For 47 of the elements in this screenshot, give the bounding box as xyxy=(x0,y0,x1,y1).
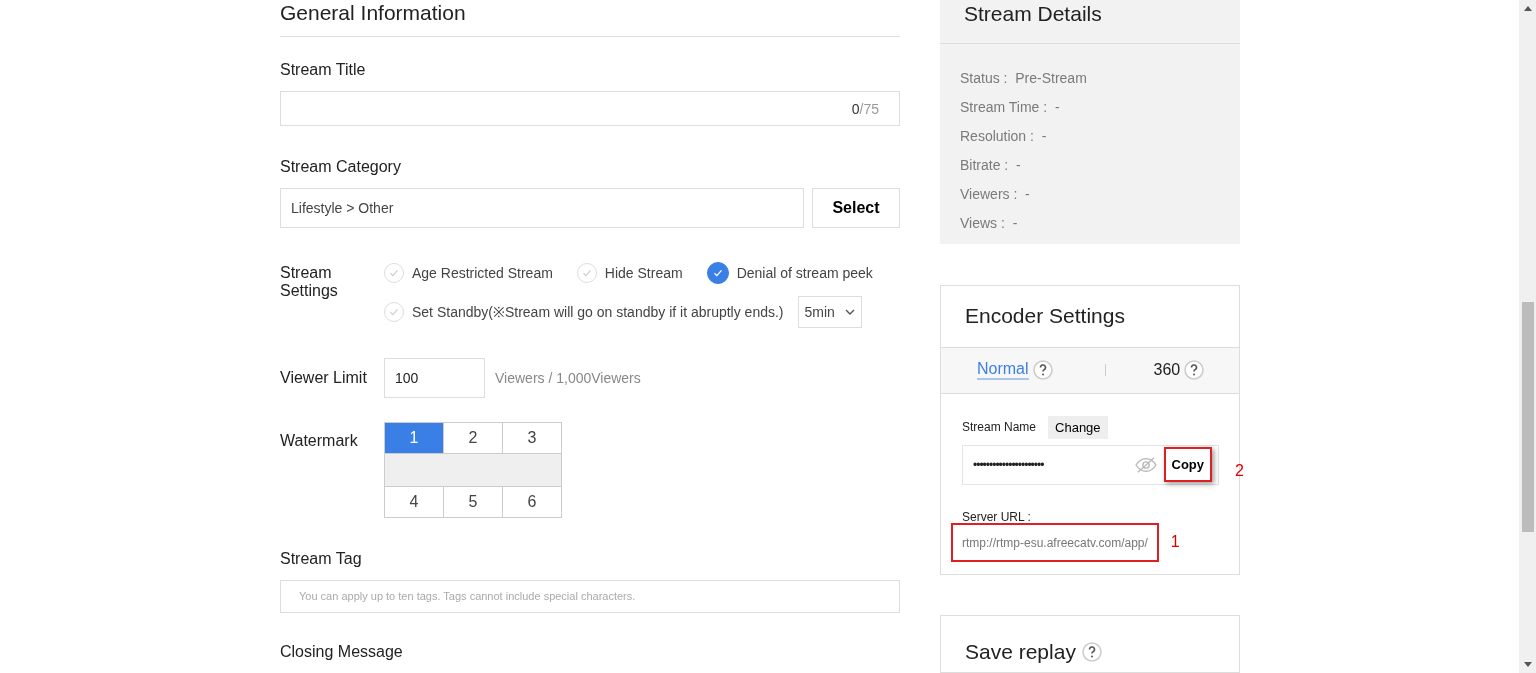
scrollbar-thumb[interactable] xyxy=(1521,301,1534,532)
detail-text: Bitrate : - xyxy=(960,157,1021,174)
checkbox-option[interactable]: Age Restricted Stream xyxy=(384,262,553,283)
field-label: Closing Message xyxy=(280,643,404,661)
field-label: Server URL : xyxy=(962,510,1032,523)
card-title: Save replay xyxy=(965,639,1076,664)
field-label: Stream Settings xyxy=(280,263,339,301)
title-input-field[interactable]: 0/75 xyxy=(280,91,900,126)
annotation-number: 1 xyxy=(1170,533,1180,552)
tag-input-field[interactable]: You can apply up to ten tags. Tags cannot include special characters. xyxy=(280,579,900,613)
server-url-text: rtmp://rtmp-esu.afreecatv.com/app/ xyxy=(951,522,1159,562)
mode-tab[interactable]: 360 xyxy=(1153,361,1181,380)
help-icon[interactable] xyxy=(1032,360,1053,381)
section-heading: General Information xyxy=(280,0,900,38)
select-button[interactable]: Select xyxy=(812,187,900,228)
help-icon[interactable] xyxy=(1184,360,1205,381)
down-arrow-icon[interactable] xyxy=(1523,662,1532,667)
watermark-position[interactable]: 1 xyxy=(385,422,444,453)
checkbox-option[interactable]: Set Standby(※Stream will go on standby if it abruptly ends.) xyxy=(384,301,784,322)
card-title: Encoder Settings xyxy=(941,285,1239,348)
standby-dropdown[interactable]: 5min xyxy=(797,295,862,328)
category-field[interactable]: Lifestyle > Other xyxy=(280,187,804,228)
checkbox[interactable] xyxy=(706,261,729,284)
field-label: Stream Category xyxy=(280,157,402,176)
mode-tab[interactable]: Normal xyxy=(977,360,1029,381)
detail-text: Status : Pre-Stream xyxy=(960,70,1087,87)
annotation-number: 2 xyxy=(1235,461,1244,480)
field-label: Watermark xyxy=(280,430,359,451)
help-icon[interactable] xyxy=(1081,641,1102,662)
copy-button[interactable]: Copy xyxy=(1163,447,1212,483)
checkbox-option[interactable]: Hide Stream xyxy=(576,262,683,283)
detail-text: Viewers : - xyxy=(960,186,1030,203)
detail-text: Views : - xyxy=(960,215,1018,232)
field-label: Stream Title xyxy=(280,61,367,80)
scrollbar[interactable] xyxy=(1519,0,1536,673)
up-arrow-icon[interactable] xyxy=(1523,6,1532,11)
viewer-limit-field[interactable]: 100 xyxy=(384,357,485,398)
field-label: Viewer Limit xyxy=(280,368,368,387)
field-label: Stream Name xyxy=(962,420,1037,435)
field-label: Stream Tag xyxy=(280,549,363,568)
detail-text: Resolution : - xyxy=(960,128,1047,145)
change-button[interactable]: Change xyxy=(1048,415,1108,439)
caret-icon xyxy=(844,308,855,315)
detail-text: Stream Time : - xyxy=(960,99,1060,116)
panel-title: Stream Details xyxy=(940,0,1240,44)
checkbox-option[interactable]: Denial of stream peek xyxy=(706,261,873,284)
viewer-limit-note: Viewers / 1,000Viewers xyxy=(495,369,641,386)
